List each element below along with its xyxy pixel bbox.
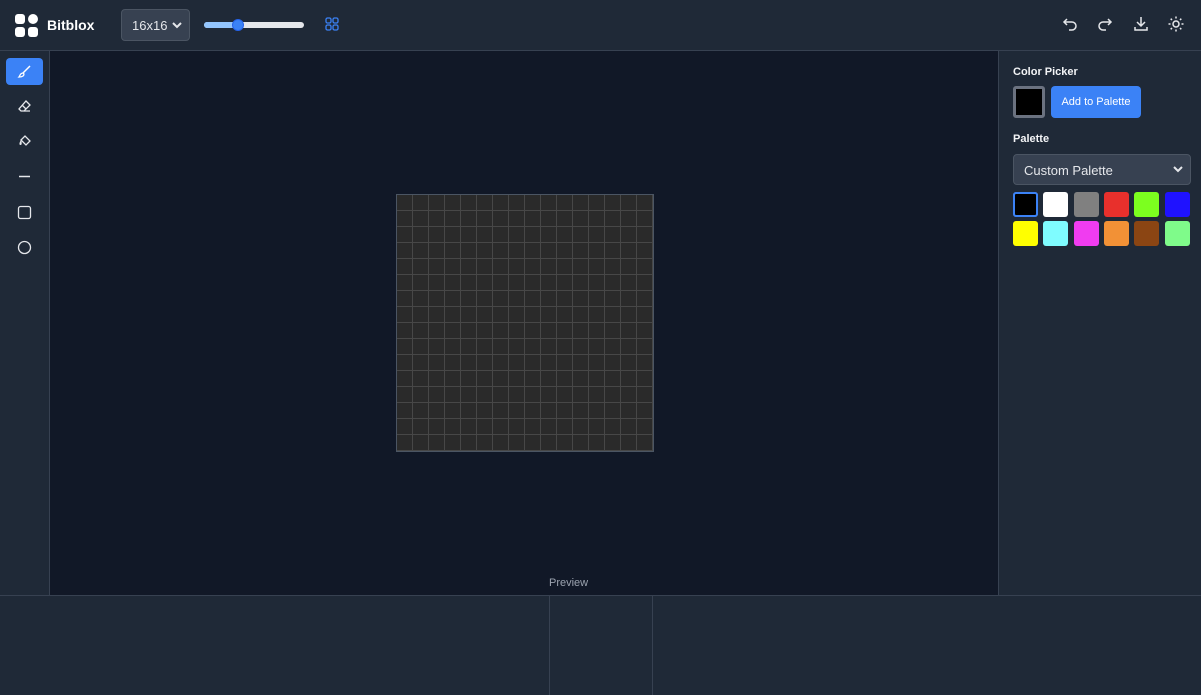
zoom-slider[interactable]: [204, 19, 304, 31]
palette-swatch[interactable]: [1043, 192, 1069, 217]
undo-icon[interactable]: [1061, 15, 1079, 33]
brush-icon: [17, 65, 31, 78]
fill-tool[interactable]: [6, 128, 43, 155]
palette-swatch[interactable]: [1073, 221, 1099, 246]
chevron-down-icon: [172, 22, 182, 29]
logo-icon: [15, 14, 38, 37]
palette-swatch[interactable]: [1013, 221, 1038, 246]
palette-heading: Palette: [1013, 133, 1050, 145]
preview-area: [0, 595, 1201, 695]
eraser-icon: [18, 100, 31, 112]
redo-icon[interactable]: [1096, 15, 1114, 33]
circle-icon: [17, 240, 32, 255]
grid-icon[interactable]: [325, 17, 339, 31]
palette-swatch[interactable]: [1043, 221, 1069, 246]
preview-box: [549, 595, 653, 695]
grid-size-select[interactable]: 16x16: [121, 9, 190, 41]
zoom-slider-thumb[interactable]: [232, 19, 244, 31]
palette-swatch[interactable]: [1134, 221, 1160, 246]
palette-swatch[interactable]: [1103, 192, 1129, 217]
rectangle-tool[interactable]: [6, 199, 43, 226]
line-icon: [19, 175, 30, 178]
current-color-swatch[interactable]: [1013, 86, 1045, 118]
grid-size-value: 16x16: [132, 18, 168, 33]
color-picker-heading: Color Picker: [1013, 66, 1078, 78]
paint-bucket-icon: [19, 135, 31, 146]
palette-swatch[interactable]: [1164, 192, 1190, 217]
tool-sidebar: [0, 51, 50, 595]
eraser-tool[interactable]: [6, 93, 43, 120]
brush-tool[interactable]: [6, 58, 43, 85]
circle-tool[interactable]: [6, 234, 43, 261]
app-title: Bitblox: [47, 17, 95, 33]
workspace: Preview: [50, 51, 998, 595]
chevron-down-icon: [1173, 166, 1183, 173]
palette-swatch[interactable]: [1164, 221, 1190, 246]
palette-select[interactable]: Custom Palette: [1013, 154, 1191, 185]
pixel-editor-app: Bitblox 16x16 Preview Color Picker Add t…: [0, 0, 1201, 695]
sun-icon[interactable]: [1167, 15, 1185, 33]
pixel-canvas[interactable]: [396, 194, 654, 452]
square-icon: [17, 205, 32, 220]
palette-swatch[interactable]: [1013, 192, 1038, 217]
download-icon[interactable]: [1132, 15, 1150, 33]
palette-swatch[interactable]: [1073, 192, 1099, 217]
palette-swatch[interactable]: [1134, 192, 1160, 217]
palette-select-value: Custom Palette: [1024, 163, 1113, 178]
preview-label: Preview: [549, 577, 589, 589]
top-bar: Bitblox 16x16: [0, 0, 1201, 51]
palette-swatch[interactable]: [1103, 221, 1129, 246]
add-to-palette-button[interactable]: Add to Palette: [1051, 86, 1141, 118]
right-panel: Color Picker Add to Palette Palette Cust…: [998, 51, 1201, 595]
line-tool[interactable]: [6, 163, 43, 190]
